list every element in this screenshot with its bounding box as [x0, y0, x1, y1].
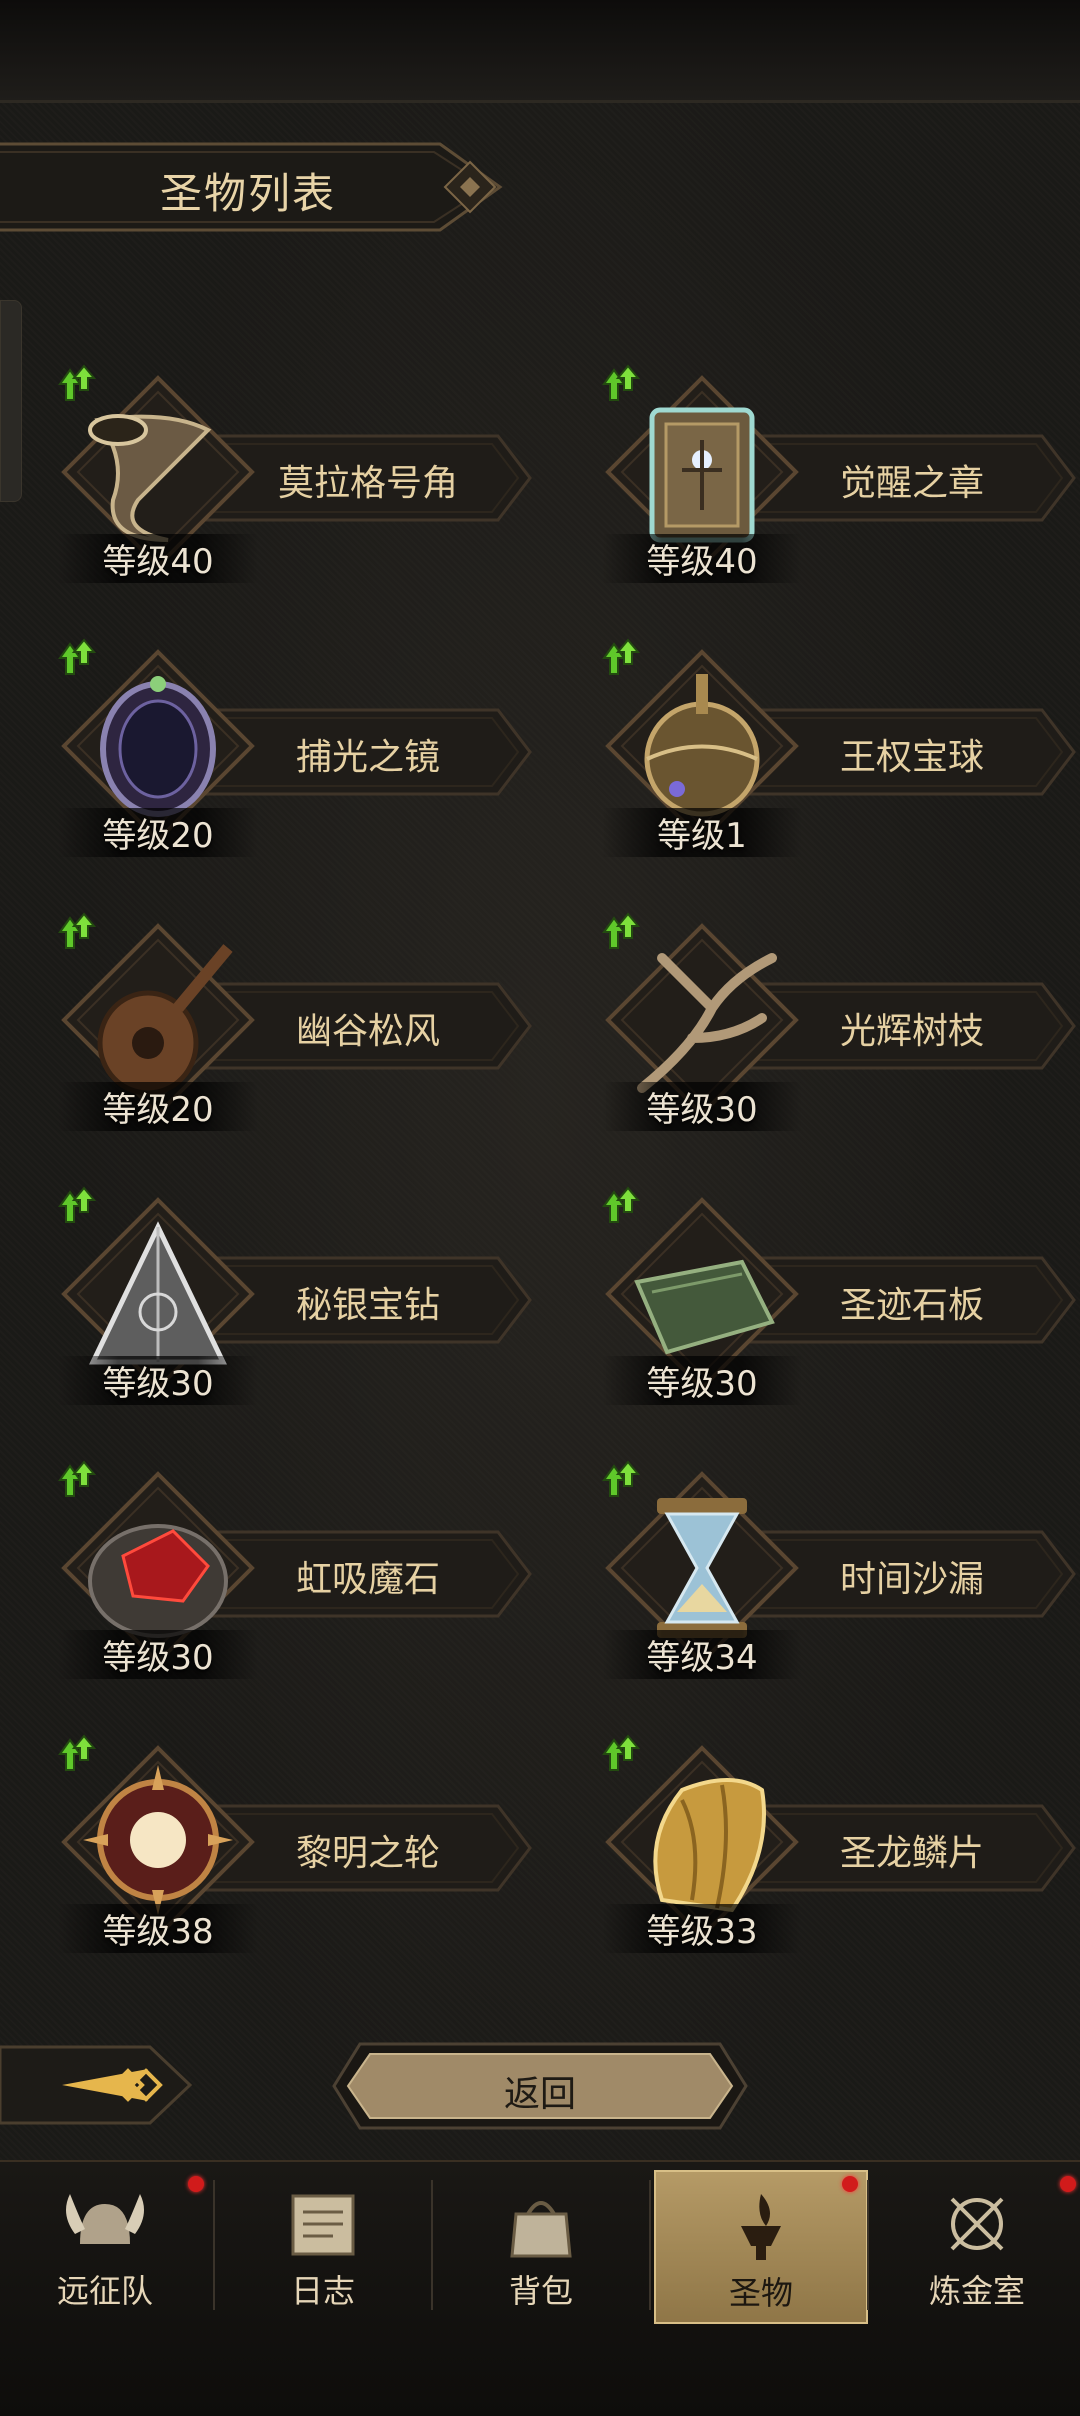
relic-name: 时间沙漏 — [839, 1559, 984, 1600]
brazier-icon — [741, 2194, 781, 2260]
back-button-label: 返回 — [503, 2074, 576, 2115]
relic-name: 捕光之镜 — [295, 737, 440, 778]
nav-tab[interactable]: 炼金室 — [872, 2170, 1080, 2320]
nav-tab[interactable]: 圣物 — [654, 2170, 868, 2324]
side-drawer-handle[interactable] — [0, 300, 22, 502]
relic-name: 王权宝球 — [839, 737, 984, 778]
nav-divider — [867, 2180, 869, 2310]
scroll-icon — [291, 2194, 355, 2256]
relic-card[interactable]: 时间沙漏 等级34 — [572, 1456, 1080, 1696]
relic-level: 等级30 — [602, 1082, 802, 1131]
relic-level: 等级1 — [602, 808, 802, 857]
horn-icon — [88, 414, 212, 542]
nav-tab-label: 炼金室 — [928, 2272, 1025, 2310]
relic-level: 等级20 — [58, 808, 258, 857]
relic-name: 虹吸魔石 — [295, 1559, 440, 1600]
upgrade-arrow-icon — [58, 1460, 96, 1497]
branch-icon — [637, 953, 777, 1093]
relic-name: 莫拉格号角 — [277, 463, 458, 504]
nav-tab[interactable]: 背包 — [436, 2170, 646, 2320]
relic-name: 觉醒之章 — [839, 463, 984, 504]
relic-name: 幽谷松风 — [295, 1011, 440, 1052]
nav-tab-label: 圣物 — [728, 2274, 793, 2312]
tome-icon — [649, 407, 755, 543]
relic-level: 等级40 — [602, 534, 802, 583]
nav-tab[interactable]: 日志 — [218, 2170, 428, 2320]
notification-badge — [842, 2176, 858, 2192]
notification-badge — [188, 2176, 204, 2192]
upgrade-arrow-icon — [58, 364, 96, 401]
relic-name: 秘银宝钻 — [295, 1285, 440, 1326]
relic-level: 等级38 — [58, 1904, 258, 1953]
nav-divider — [649, 2180, 651, 2310]
red-stone-icon — [88, 1524, 228, 1638]
relic-card[interactable]: 觉醒之章 等级40 — [572, 360, 1080, 600]
upgrade-arrow-icon — [58, 912, 96, 949]
lute-icon — [97, 944, 233, 1096]
relic-card[interactable]: 捕光之镜 等级20 — [28, 634, 548, 874]
relic-card[interactable]: 王权宝球 等级1 — [572, 634, 1080, 874]
relic-card[interactable]: 光辉树枝 等级30 — [572, 908, 1080, 1148]
upgrade-arrow-icon — [602, 1186, 640, 1223]
nav-tab-label: 背包 — [508, 2272, 573, 2310]
relic-level: 等级34 — [602, 1630, 802, 1679]
upgrade-arrow-icon — [58, 1734, 96, 1771]
relic-name: 光辉树枝 — [839, 1011, 984, 1052]
relic-level: 等级30 — [602, 1356, 802, 1405]
nav-tab-label: 日志 — [290, 2272, 355, 2310]
upgrade-arrow-icon — [602, 1460, 640, 1497]
sun-wheel-icon — [83, 1765, 233, 1915]
collapse-arrow-button[interactable] — [0, 2035, 200, 2135]
relic-card[interactable]: 秘银宝钻 等级30 — [28, 1182, 548, 1422]
nav-tab[interactable]: 远征队 — [0, 2170, 210, 2320]
upgrade-arrow-icon — [58, 1186, 96, 1223]
relic-name: 黎明之轮 — [295, 1833, 440, 1874]
mirror-icon — [100, 676, 216, 817]
upgrade-arrow-icon — [602, 1734, 640, 1771]
hourglass-icon — [657, 1498, 747, 1638]
relic-card[interactable]: 圣龙鳞片 等级33 — [572, 1730, 1080, 1970]
stone-tablet-icon — [634, 1259, 775, 1355]
relic-card[interactable]: 虹吸魔石 等级30 — [28, 1456, 548, 1696]
orb-icon — [644, 674, 760, 817]
top-border — [0, 0, 1080, 103]
pyramid-icon — [89, 1221, 227, 1365]
relic-level: 等级30 — [58, 1356, 258, 1405]
relic-card[interactable]: 莫拉格号角 等级40 — [28, 360, 548, 600]
dragon-scale-icon — [653, 1778, 766, 1913]
notification-badge — [1060, 2176, 1076, 2192]
alchemy-icon — [950, 2197, 1004, 2251]
relic-card[interactable]: 幽谷松风 等级20 — [28, 908, 548, 1148]
relic-card[interactable]: 黎明之轮 等级38 — [28, 1730, 548, 1970]
upgrade-arrow-icon — [58, 638, 96, 675]
relic-level: 等级40 — [58, 534, 258, 583]
nav-tab-label: 远征队 — [56, 2272, 153, 2310]
bag-icon — [510, 2201, 572, 2258]
nav-divider — [213, 2180, 215, 2310]
viking-helmet-icon — [66, 2194, 144, 2244]
upgrade-arrow-icon — [602, 912, 640, 949]
upgrade-arrow-icon — [602, 638, 640, 675]
relic-card[interactable]: 圣迹石板 等级30 — [572, 1182, 1080, 1422]
relic-name: 圣迹石板 — [839, 1285, 984, 1326]
relic-level: 等级20 — [58, 1082, 258, 1131]
relic-level: 等级33 — [602, 1904, 802, 1953]
nav-divider — [431, 2180, 433, 2310]
relic-level: 等级30 — [58, 1630, 258, 1679]
upgrade-arrow-icon — [602, 364, 640, 401]
relic-name: 圣龙鳞片 — [839, 1833, 984, 1874]
page-title: 圣物列表 — [160, 169, 337, 218]
